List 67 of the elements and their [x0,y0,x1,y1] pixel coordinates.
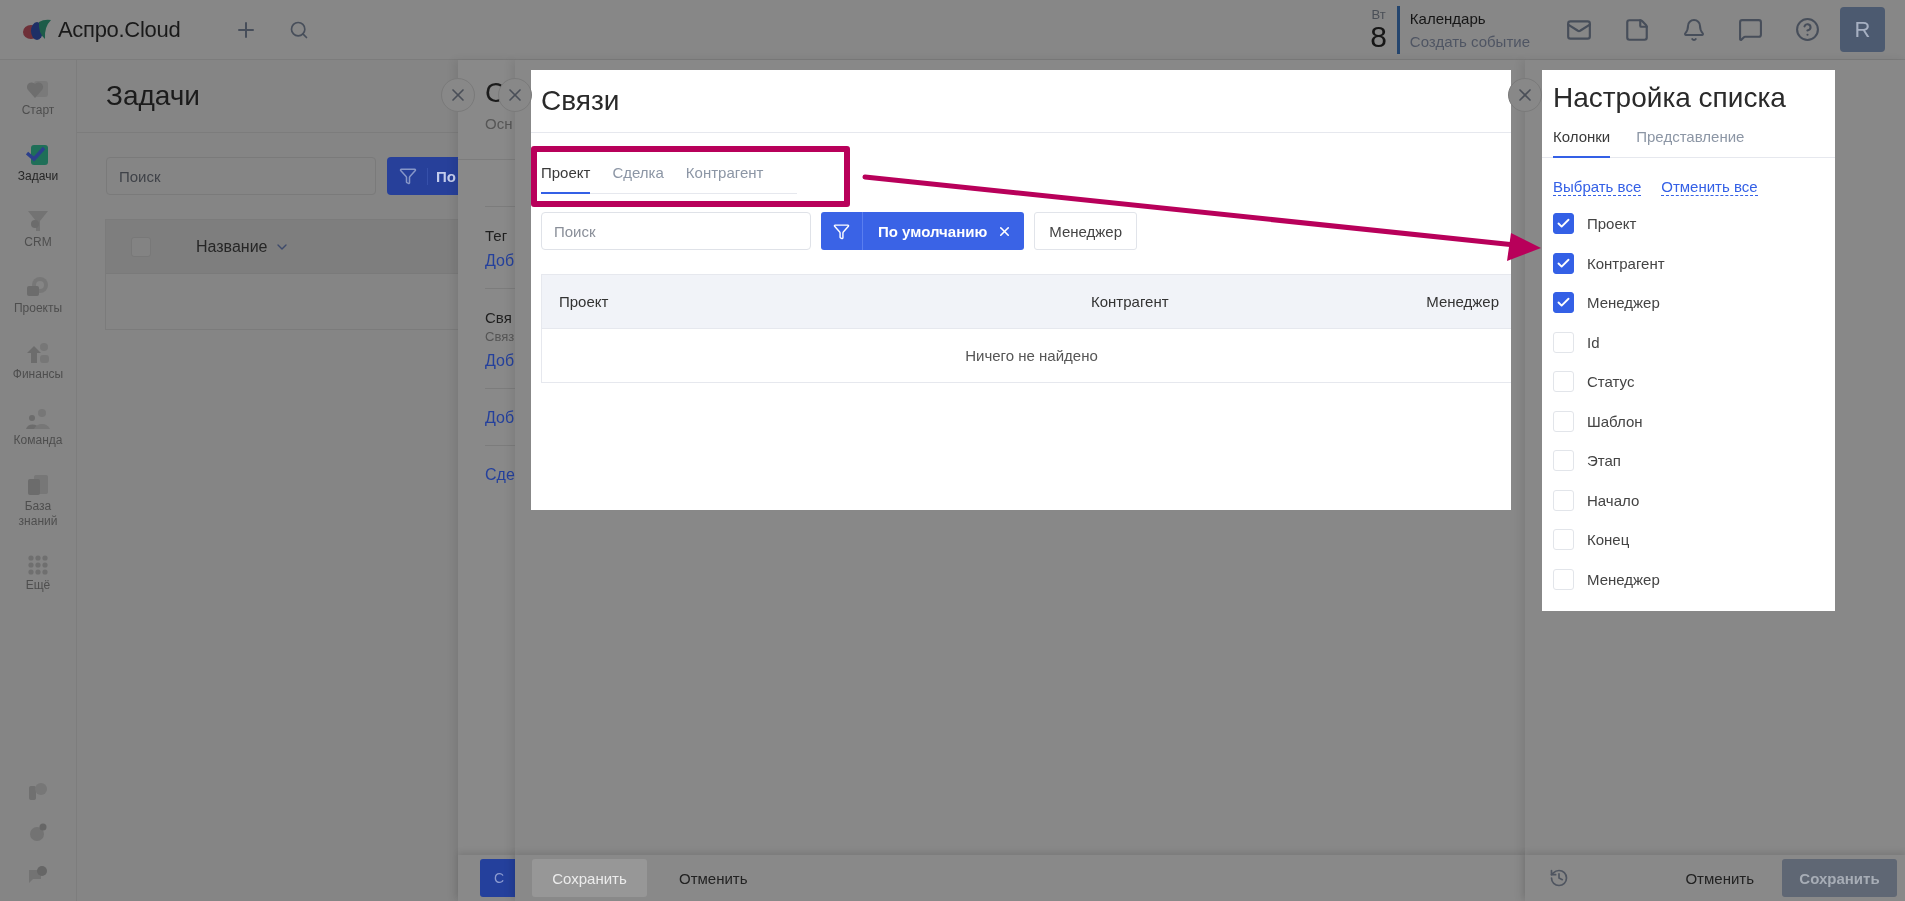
column-option: Начало [1587,491,1640,509]
funnel-icon [26,210,50,232]
tab[interactable]: Контрагент [685,164,764,194]
column-header: Проект [559,293,610,310]
bell-icon[interactable] [1682,17,1706,42]
save-button[interactable]: Сохранить [532,859,647,897]
help-icon[interactable] [1795,17,1820,42]
empty-message: Ничего не найдено [965,347,1098,364]
sidebar-item[interactable]: Задачи [3,144,73,184]
avatar[interactable]: R [1840,7,1885,52]
note-icon[interactable] [1624,16,1650,43]
column-option: Менеджер [1587,570,1660,588]
filter-label[interactable]: По умолчанию [863,222,998,240]
tab[interactable]: Колонки [1553,128,1611,158]
manager-button[interactable]: Менеджер [1034,212,1138,250]
section-title: Свя [485,309,513,326]
book-icon [27,474,49,496]
save-button[interactable]: Сохранить [1782,859,1897,897]
team-icon [25,408,51,430]
cancel-button[interactable]: Отменить [673,868,754,888]
column-option: Контрагент [1587,254,1665,272]
tab[interactable]: Сделка [612,164,664,194]
clear-all-link[interactable]: Отменить все [1661,178,1758,196]
calendar-title: Календарь [1409,9,1487,27]
chat-icon[interactable] [1738,17,1763,42]
settings-title: Настройка списка [1553,82,1787,114]
column-option: Этап [1587,452,1621,470]
page-title: Задачи [106,80,200,112]
column-option: Конец [1587,531,1630,549]
column-header: Контрагент [1091,293,1170,310]
task-icon [26,144,50,166]
save-button[interactable]: С [480,859,515,897]
history-icon[interactable] [1549,868,1569,888]
column-header: Менеджер [1426,293,1499,310]
logo-text: Аспро.Cloud [58,16,181,43]
column-option: Менеджер [1587,294,1660,312]
add-link[interactable]: Доб [485,252,515,288]
filter-button[interactable]: По [387,157,459,195]
projects-icon [26,276,50,298]
add-link[interactable]: Доб [485,409,515,445]
heart-icon [27,80,49,100]
section-title: Тег [485,227,509,244]
column-option: Статус [1587,373,1635,391]
column-option: Проект [1587,215,1637,233]
add-link[interactable]: Доб [485,352,515,388]
finance-icon [26,342,50,364]
logo-icon [22,18,52,41]
tab[interactable]: Проект [541,164,591,194]
checkbox[interactable] [1553,292,1574,314]
column-header[interactable]: Название [196,237,290,256]
column-option: Шаблон [1587,412,1643,430]
filter-icon [399,167,417,185]
chat-bubbles-icon [28,865,48,885]
create-event-link[interactable]: Создать событие [1409,32,1530,50]
cancel-button[interactable]: Отменить [1679,868,1760,888]
checkbox[interactable] [1553,252,1574,274]
tab[interactable]: Представление [1636,128,1745,158]
add-link[interactable]: Сде [485,466,515,502]
day-number: 8 [1370,22,1387,52]
weekday: Вт [1371,7,1386,22]
checkbox[interactable] [1553,213,1574,235]
search-field[interactable]: Поиск [106,157,376,195]
column-option: Id [1587,333,1600,351]
modal-title: Связи [541,85,620,117]
close-button[interactable] [1508,78,1542,112]
search-button[interactable] [289,19,310,40]
select-all-link[interactable]: Выбрать все [1553,178,1642,196]
